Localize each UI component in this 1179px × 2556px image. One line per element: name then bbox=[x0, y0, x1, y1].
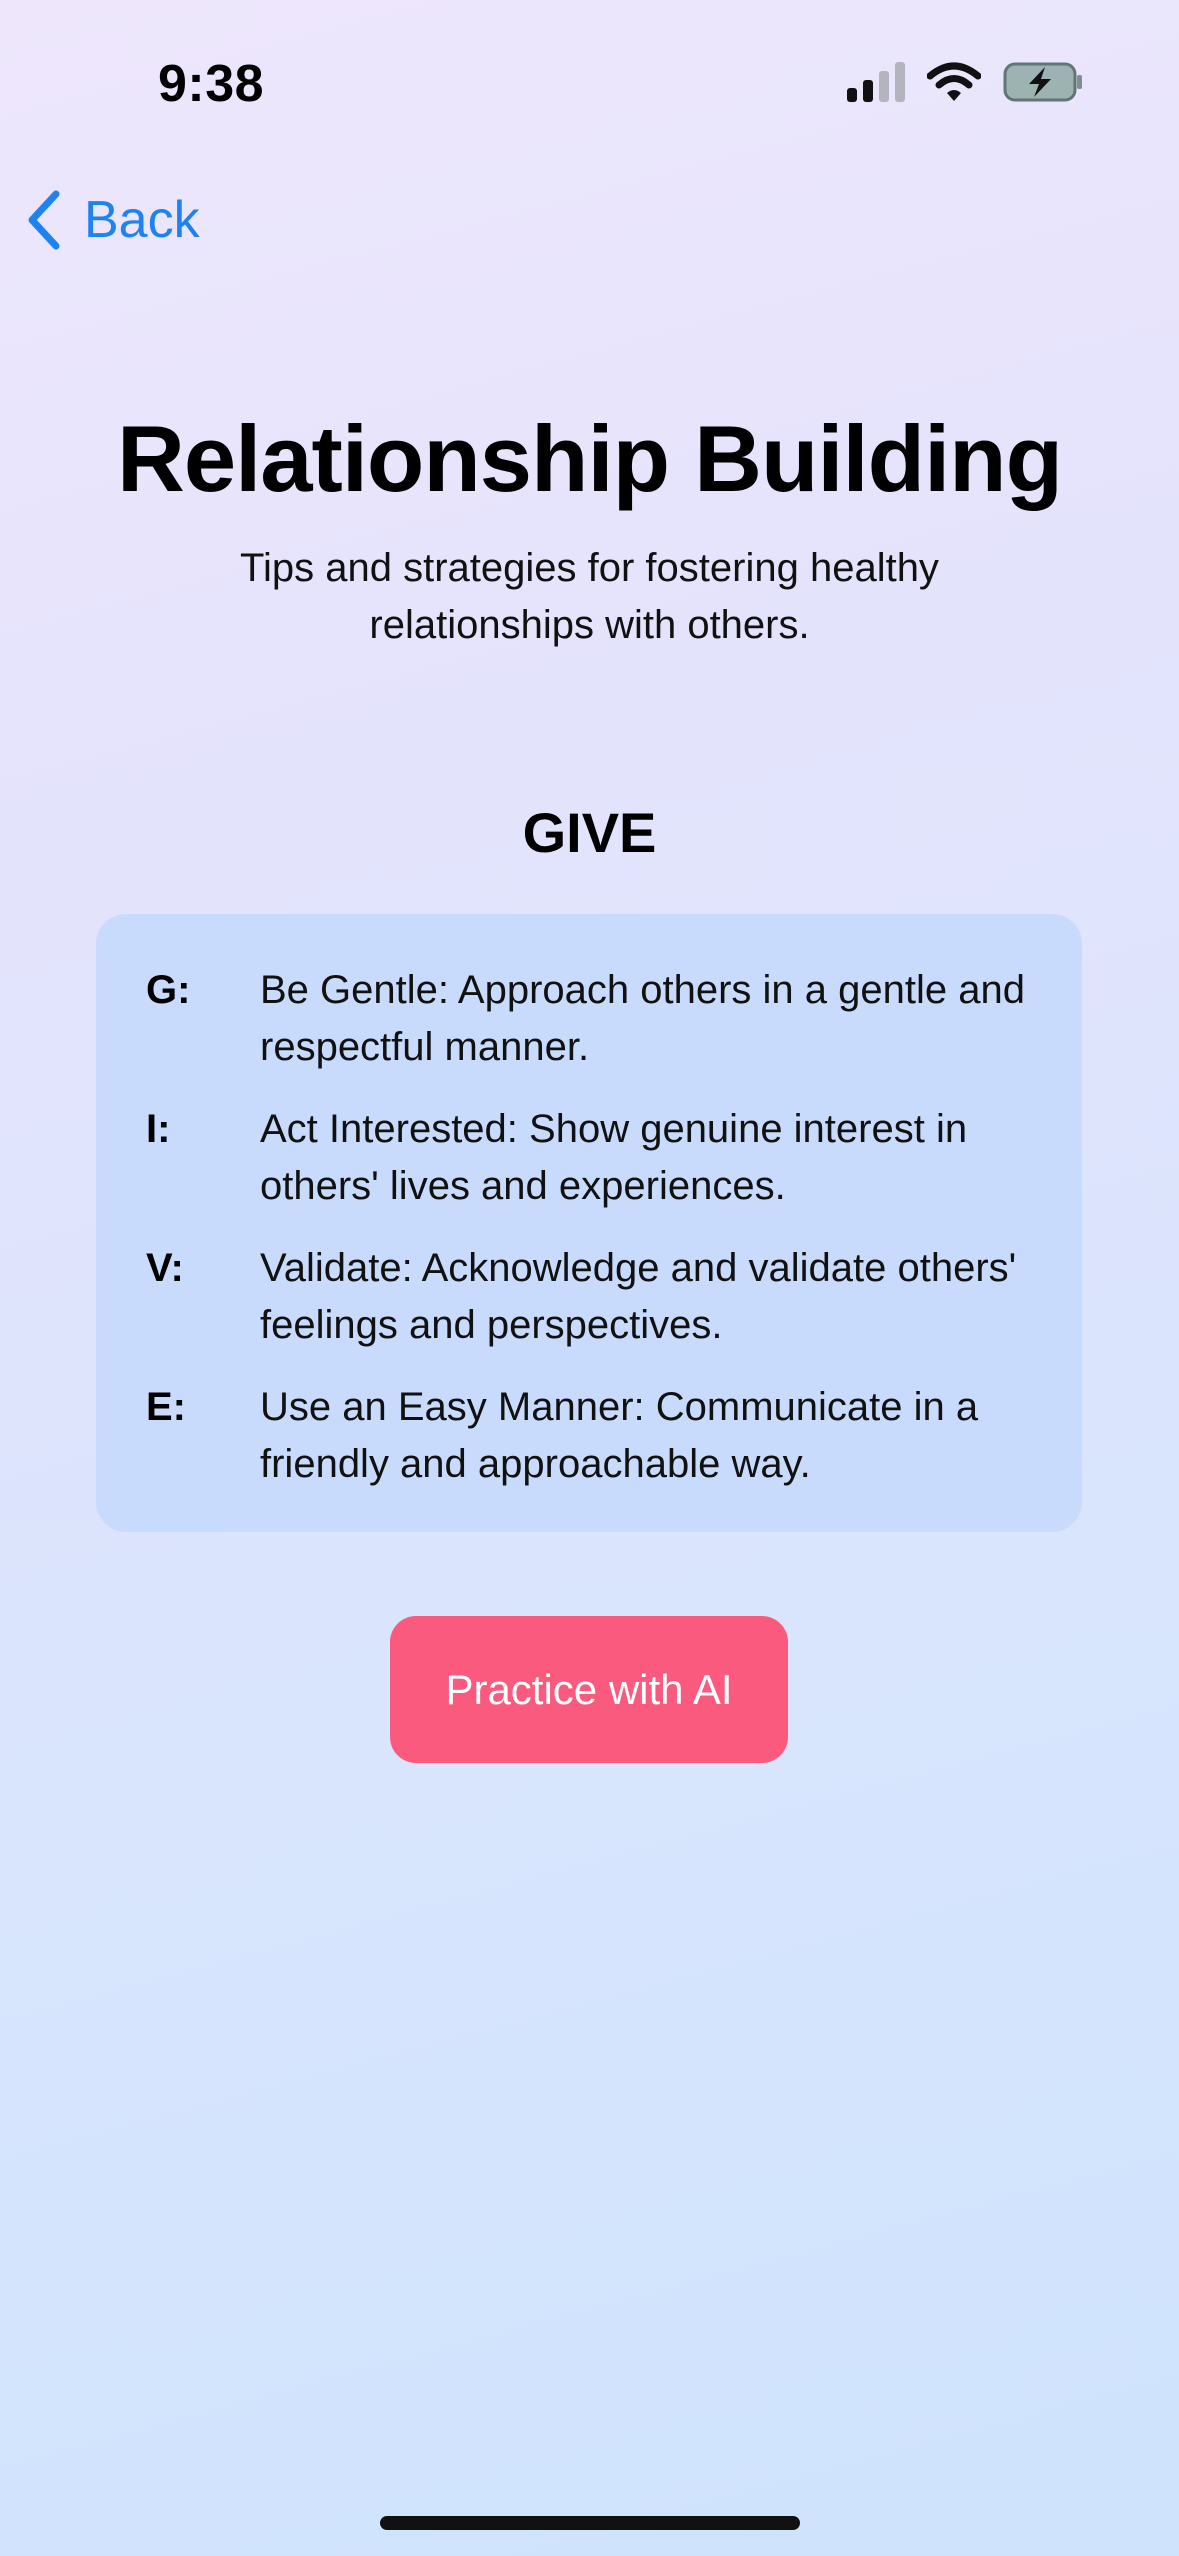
give-letter: G: bbox=[146, 968, 191, 1012]
give-item-g: G: Be Gentle: Approach others in a gentl… bbox=[146, 962, 1032, 1076]
give-item-v: V: Validate: Acknowledge and validate ot… bbox=[146, 1240, 1032, 1354]
practice-with-ai-button[interactable]: Practice with AI bbox=[390, 1616, 788, 1763]
status-time: 9:38 bbox=[158, 55, 265, 113]
give-text: Use an Easy Manner: Communicate in a fri… bbox=[260, 1385, 979, 1486]
give-item-e: E: Use an Easy Manner: Communicate in a … bbox=[146, 1379, 1032, 1493]
chevron-left-icon bbox=[28, 190, 60, 250]
back-button[interactable]: Back bbox=[26, 190, 200, 250]
wifi-icon bbox=[927, 62, 981, 101]
give-item-i: I: Act Interested: Show genuine interest… bbox=[146, 1101, 1032, 1215]
give-text: Validate: Acknowledge and validate other… bbox=[260, 1246, 1017, 1347]
page-subtitle: Tips and strategies for fostering health… bbox=[240, 546, 939, 647]
battery-charging-icon bbox=[1003, 62, 1082, 102]
give-card: G: Be Gentle: Approach others in a gentl… bbox=[96, 914, 1082, 1532]
give-letter: I: bbox=[146, 1107, 171, 1151]
give-letter: E: bbox=[146, 1385, 186, 1429]
give-text: Act Interested: Show genuine interest in… bbox=[260, 1107, 968, 1208]
give-letter: V: bbox=[146, 1246, 184, 1290]
home-indicator[interactable] bbox=[380, 2516, 800, 2530]
back-label: Back bbox=[84, 191, 200, 249]
signal-icon bbox=[847, 62, 905, 102]
give-heading: GIVE bbox=[522, 801, 657, 864]
status-icons bbox=[847, 62, 1083, 102]
page-title: Relationship Building bbox=[116, 406, 1063, 511]
give-text: Be Gentle: Approach others in a gentle a… bbox=[260, 968, 1025, 1069]
status-bar: 9:38 bbox=[0, 0, 1179, 150]
